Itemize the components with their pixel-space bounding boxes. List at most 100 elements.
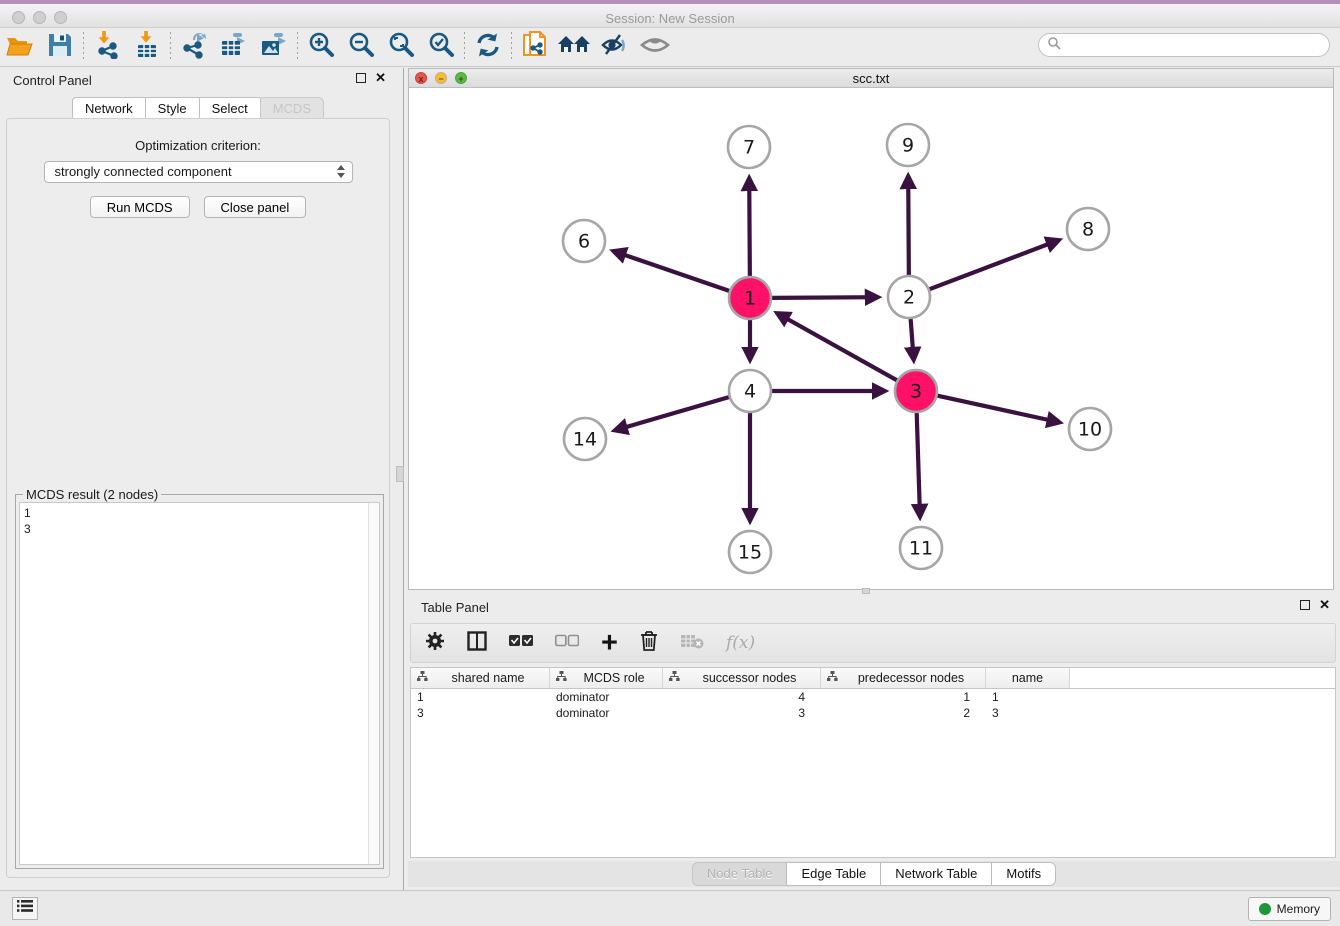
import-network-button[interactable] xyxy=(87,30,127,64)
graph-edge-1-7[interactable] xyxy=(749,178,750,276)
table-tab-edge-table[interactable]: Edge Table xyxy=(786,862,880,886)
export-image-button[interactable] xyxy=(254,30,294,64)
close-panel-button[interactable]: Close panel xyxy=(204,196,307,218)
import-network-icon xyxy=(93,31,121,64)
table-cell[interactable]: 2 xyxy=(821,705,986,721)
eye-icon xyxy=(639,33,671,62)
table-row[interactable]: 3dominator323 xyxy=(411,705,1335,721)
zoom-fit-button[interactable] xyxy=(381,30,421,64)
run-mcds-button[interactable]: Run MCDS xyxy=(90,196,190,218)
table-tab-network-table[interactable]: Network Table xyxy=(880,862,991,886)
graph-node-label: 3 xyxy=(910,381,922,403)
search-input[interactable] xyxy=(1061,38,1329,52)
add-column-button[interactable]: + xyxy=(601,633,618,653)
show-column-button[interactable] xyxy=(467,631,487,656)
column-header-shared-name[interactable]: shared name xyxy=(411,668,550,688)
network-canvas[interactable]: 7968124314101511 xyxy=(409,88,1333,589)
graph-node-label: 9 xyxy=(902,135,914,157)
home-icon xyxy=(558,32,592,63)
table-cell[interactable]: 1 xyxy=(411,689,550,705)
graph-edge-4-14[interactable] xyxy=(615,397,729,430)
home-button[interactable] xyxy=(555,30,595,64)
network-window-titlebar: x − + scc.txt xyxy=(409,69,1333,88)
graph-edge-2-8[interactable] xyxy=(930,240,1059,289)
network-minimize-icon[interactable]: − xyxy=(435,72,447,84)
memory-button[interactable]: Memory xyxy=(1248,897,1331,921)
graph-node-label: 6 xyxy=(578,231,590,253)
graph-node-label: 10 xyxy=(1078,419,1102,441)
table-cell[interactable]: 1 xyxy=(986,689,1070,705)
toolbar-separator xyxy=(83,32,84,62)
application-window: Session: New Session xyxy=(0,0,1340,926)
graph-edge-2-9[interactable] xyxy=(908,176,909,275)
float-panel-icon[interactable] xyxy=(356,73,366,83)
table-cell[interactable]: 1 xyxy=(821,689,986,705)
table-toolbar: + f(x) xyxy=(410,623,1336,663)
result-scrollbar[interactable] xyxy=(368,503,379,864)
clone-network-button[interactable] xyxy=(515,30,555,64)
memory-status-icon xyxy=(1259,903,1271,915)
save-session-button[interactable] xyxy=(40,30,80,64)
graph-node-label: 7 xyxy=(743,137,755,159)
graph-edge-3-10[interactable] xyxy=(937,396,1059,423)
table-settings-button[interactable] xyxy=(425,631,445,656)
graph-node-label: 2 xyxy=(903,287,915,309)
float-table-panel-icon[interactable] xyxy=(1300,600,1310,610)
import-table-icon xyxy=(133,31,161,64)
graph-node-label: 8 xyxy=(1082,219,1094,241)
column-hierarchy-icon xyxy=(827,671,838,685)
refresh-button[interactable] xyxy=(468,30,508,64)
delete-table-button[interactable] xyxy=(680,633,704,654)
hide-panels-button[interactable] xyxy=(595,30,635,64)
function-builder-button[interactable]: f(x) xyxy=(726,633,755,653)
table-tab-motifs[interactable]: Motifs xyxy=(991,862,1056,886)
table-cell[interactable]: 3 xyxy=(986,705,1070,721)
column-header-label: name xyxy=(992,671,1063,685)
task-history-button[interactable] xyxy=(12,897,38,920)
export-table-button[interactable] xyxy=(214,30,254,64)
graph-node-label: 1 xyxy=(744,288,756,310)
optimization-criterion-label: Optimization criterion: xyxy=(7,138,389,153)
zoom-in-button[interactable] xyxy=(301,30,341,64)
graph-edge-1-2[interactable] xyxy=(772,297,878,298)
zoom-selected-icon xyxy=(427,31,455,64)
table-cell[interactable]: 3 xyxy=(411,705,550,721)
column-header-predecessor-nodes[interactable]: predecessor nodes xyxy=(821,668,986,688)
select-all-button[interactable] xyxy=(509,634,533,653)
delete-column-button[interactable] xyxy=(640,630,658,656)
close-table-panel-icon[interactable]: ✕ xyxy=(1319,600,1330,610)
horizontal-splitter-handle[interactable] xyxy=(862,588,870,594)
table-cell[interactable]: dominator xyxy=(550,705,663,721)
close-panel-icon[interactable]: ✕ xyxy=(375,73,386,83)
network-close-icon[interactable]: x xyxy=(415,72,427,84)
search-box[interactable] xyxy=(1038,33,1330,57)
column-hierarchy-icon xyxy=(417,671,428,685)
column-header-MCDS-role[interactable]: MCDS role xyxy=(550,668,663,688)
mcds-result-text[interactable]: 1 3 xyxy=(19,502,380,865)
zoom-out-button[interactable] xyxy=(341,30,381,64)
export-network-button[interactable] xyxy=(174,30,214,64)
show-panels-button[interactable] xyxy=(635,30,675,64)
graph-edge-3-1[interactable] xyxy=(777,313,897,380)
network-view-window: x − + scc.txt 7968124314101511 xyxy=(408,68,1334,590)
zoom-selected-button[interactable] xyxy=(421,30,461,64)
table-cell[interactable]: 4 xyxy=(663,689,821,705)
graph-edge-1-6[interactable] xyxy=(613,251,729,291)
graph-edge-2-3[interactable] xyxy=(911,319,914,360)
column-header-name[interactable]: name xyxy=(986,668,1070,688)
open-session-button[interactable] xyxy=(0,30,40,64)
table-row[interactable]: 1dominator411 xyxy=(411,689,1335,705)
table-cell[interactable]: 3 xyxy=(663,705,821,721)
table-tab-node-table[interactable]: Node Table xyxy=(692,862,787,886)
vertical-splitter-handle[interactable] xyxy=(396,466,404,482)
table-cell[interactable]: dominator xyxy=(550,689,663,705)
control-panel: Control Panel ✕ NetworkStyleSelectMCDS O… xyxy=(0,68,396,890)
graph-edge-3-11[interactable] xyxy=(917,413,920,517)
optimization-criterion-select[interactable]: strongly connected component xyxy=(44,161,353,183)
column-header-successor-nodes[interactable]: successor nodes xyxy=(663,668,821,688)
table-body: 1dominator4113dominator323 xyxy=(411,689,1335,721)
import-table-button[interactable] xyxy=(127,30,167,64)
network-maximize-icon[interactable]: + xyxy=(455,72,467,84)
deselect-all-button[interactable] xyxy=(555,634,579,653)
export-image-icon xyxy=(259,31,289,64)
